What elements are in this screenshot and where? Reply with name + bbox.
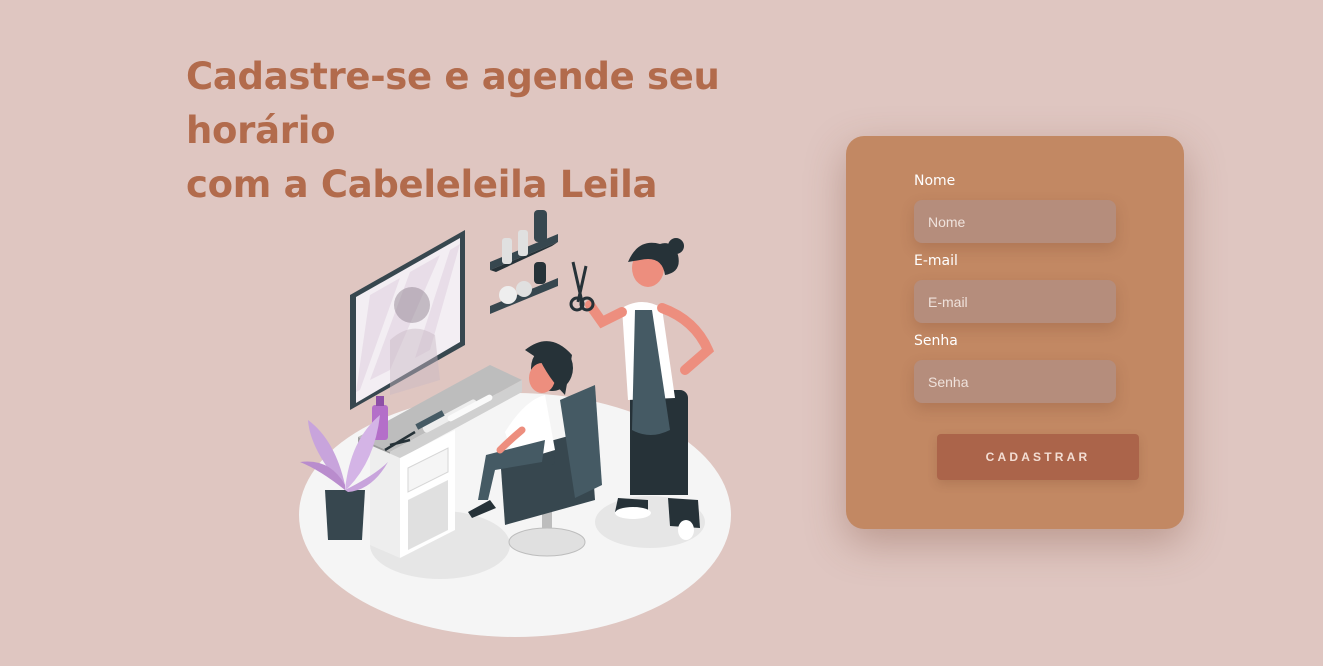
email-input[interactable] — [914, 280, 1116, 323]
register-button[interactable]: CADASTRAR — [937, 434, 1139, 480]
hairdresser-salon-illustration — [299, 210, 731, 637]
page-title-line-1: Cadastre-se e agende seu horário — [186, 55, 720, 152]
name-label: Nome — [914, 173, 956, 189]
password-label: Senha — [914, 333, 958, 349]
signup-form-card: Nome E-mail Senha CADASTRAR — [846, 136, 1184, 529]
page-title: Cadastre-se e agende seu horário com a C… — [186, 50, 866, 212]
password-input[interactable] — [914, 360, 1116, 403]
name-input[interactable] — [914, 200, 1116, 243]
email-label: E-mail — [914, 253, 958, 269]
